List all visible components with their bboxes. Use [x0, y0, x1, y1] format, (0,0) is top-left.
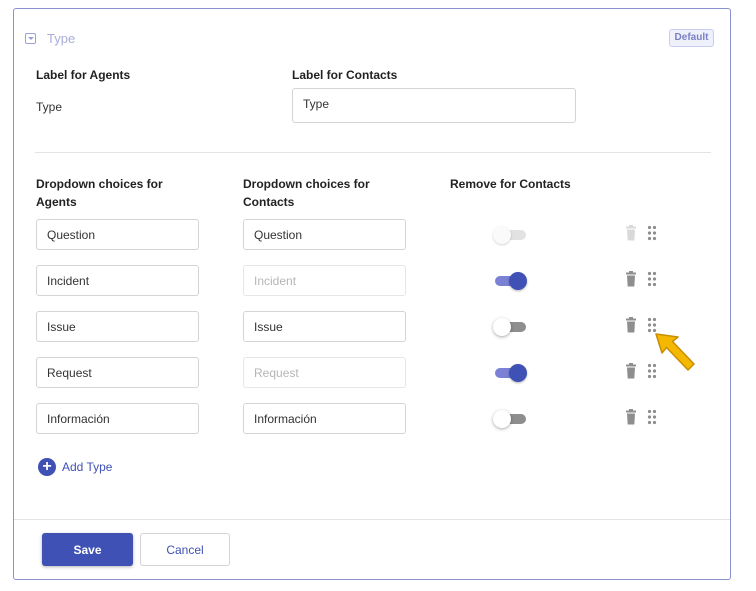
remove-for-contacts-toggle[interactable]: [493, 317, 527, 337]
contact-choice-input[interactable]: [243, 311, 406, 342]
dropdown-square-icon[interactable]: [25, 33, 36, 44]
trash-icon[interactable]: [625, 225, 637, 241]
remove-for-contacts-toggle[interactable]: [493, 363, 527, 383]
save-button[interactable]: Save: [42, 533, 133, 566]
default-badge: Default: [669, 29, 714, 47]
drag-handle-icon[interactable]: [647, 317, 657, 333]
contact-choice-input[interactable]: [243, 219, 406, 250]
trash-icon[interactable]: [625, 409, 637, 425]
add-type-label: Add Type: [62, 460, 113, 474]
agents-choices-heading: Dropdown choices for Agents: [36, 177, 163, 209]
cursor-arrow-icon: [655, 333, 695, 371]
contacts-choices-heading: Dropdown choices for Contacts: [243, 177, 370, 209]
agent-choice-input[interactable]: [36, 403, 199, 434]
remove-for-contacts-heading: Remove for Contacts: [450, 177, 571, 191]
drag-handle-icon[interactable]: [647, 271, 657, 287]
contact-choice-input[interactable]: [243, 403, 406, 434]
trash-icon[interactable]: [625, 317, 637, 333]
type-field-card: Type Default Label for Agents Label for …: [13, 8, 731, 580]
contact-choice-input: [243, 265, 406, 296]
remove-for-contacts-toggle[interactable]: [493, 225, 527, 245]
agents-label-value: Type: [36, 100, 63, 114]
trash-icon[interactable]: [625, 363, 637, 379]
cancel-button[interactable]: Cancel: [140, 533, 230, 566]
agent-choice-input[interactable]: [36, 357, 199, 388]
agent-choice-input[interactable]: [36, 219, 199, 250]
footer-divider: [14, 519, 730, 520]
label-for-agents-heading: Label for Agents: [36, 68, 131, 82]
agent-choice-input[interactable]: [36, 311, 199, 342]
field-title: Type: [47, 31, 76, 46]
drag-handle-icon[interactable]: [647, 225, 657, 241]
add-type-button[interactable]: + Add Type: [38, 457, 112, 477]
remove-for-contacts-toggle[interactable]: [493, 409, 527, 429]
agent-choice-input[interactable]: [36, 265, 199, 296]
contacts-label-input[interactable]: [292, 88, 576, 123]
trash-icon[interactable]: [625, 271, 637, 287]
contact-choice-input: [243, 357, 406, 388]
section-divider: [35, 152, 711, 153]
label-for-contacts-heading: Label for Contacts: [292, 68, 398, 82]
remove-for-contacts-toggle[interactable]: [493, 271, 527, 291]
drag-handle-icon[interactable]: [647, 409, 657, 425]
plus-icon: +: [38, 458, 56, 476]
